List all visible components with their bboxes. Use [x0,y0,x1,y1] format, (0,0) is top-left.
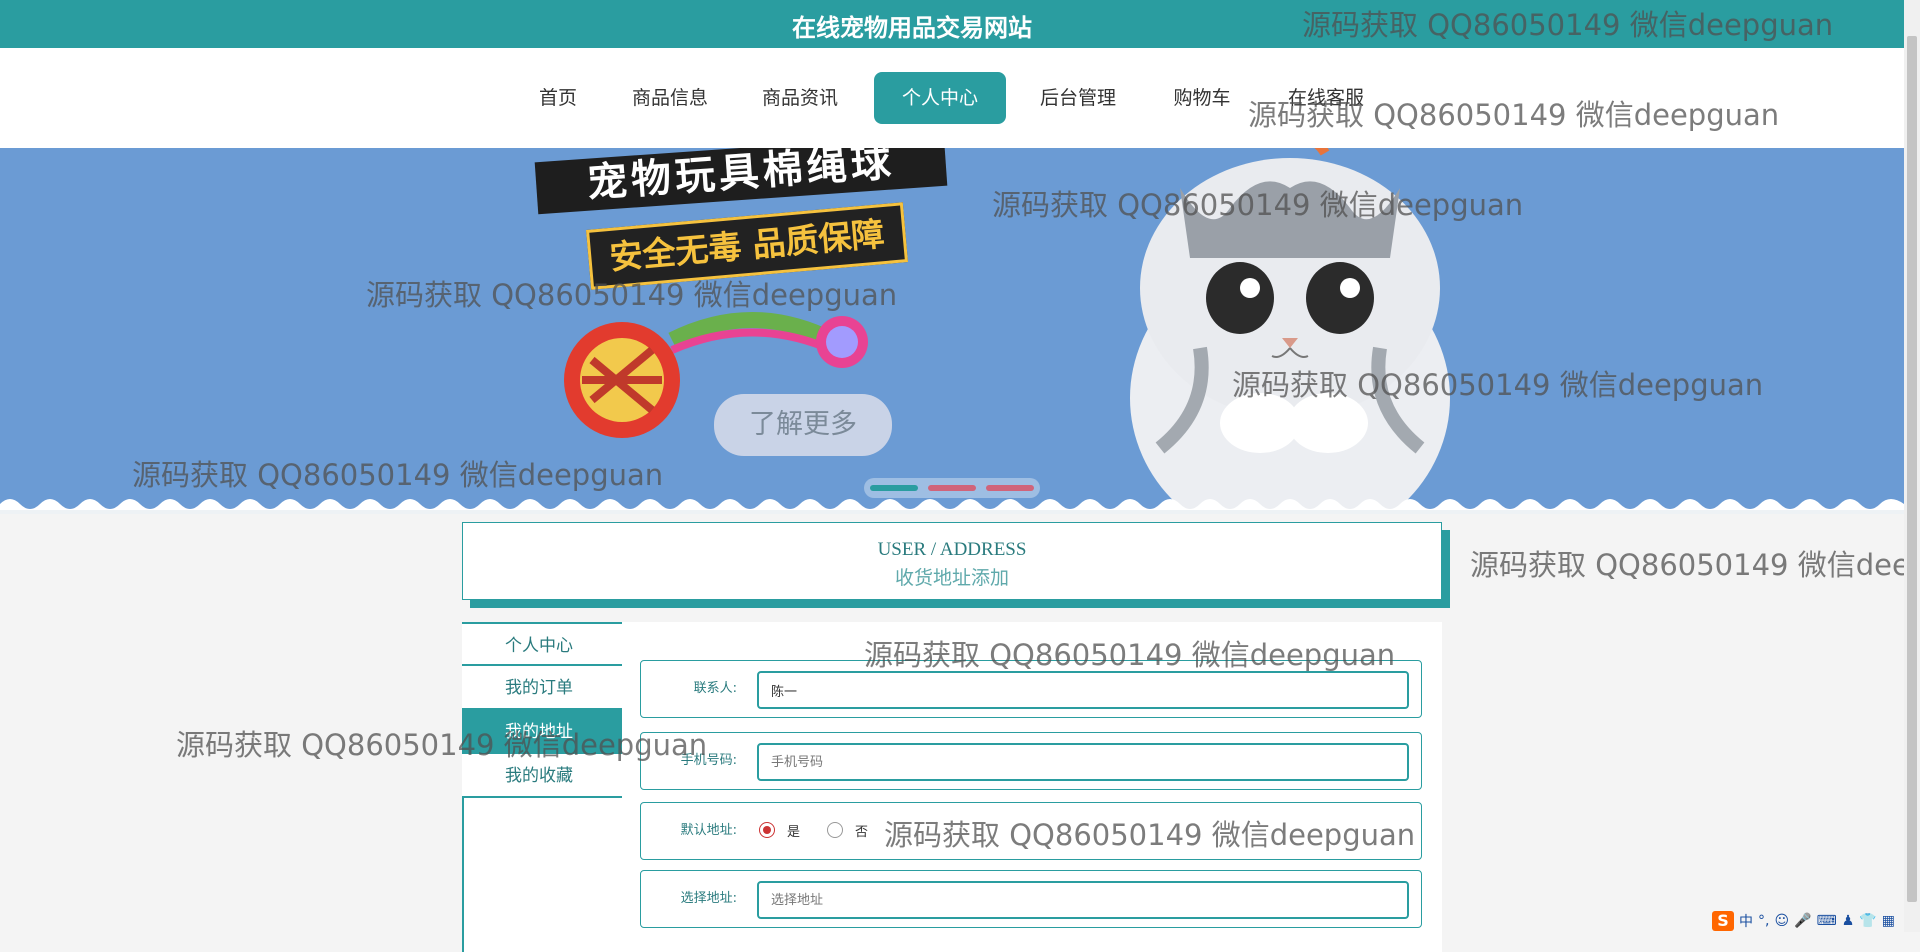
nav-product-news[interactable]: 商品资讯 [760,72,840,124]
watermark: 源码获取 QQ86050149 微信deepguan [1470,548,1920,582]
carousel-dot-3[interactable] [986,485,1034,491]
default-no-radio[interactable] [827,822,843,838]
keyboard-icon[interactable]: ⌨ [1817,913,1837,929]
default-yes-radio[interactable] [759,822,775,838]
cat-image [1130,148,1450,514]
default-no-label: 否 [855,825,869,840]
user-icon[interactable]: ♟ [1842,913,1855,929]
carousel-dot-2[interactable] [928,485,976,491]
sidebar-item-my-favorites[interactable]: 我的收藏 [462,754,622,798]
default-address-row: 默认地址: 是 否 [640,802,1422,860]
default-address-label: 默认地址: [680,823,737,838]
grid-icon[interactable]: ▦ [1882,913,1895,929]
nav-product-info[interactable]: 商品信息 [630,72,710,124]
phone-row: 手机号码: [640,732,1422,790]
carousel-indicator [864,478,1040,498]
ime-mode-label[interactable]: 中 [1739,911,1753,931]
main-nav: 首页 商品信息 商品资讯 个人中心 后台管理 购物车 在线客服 [0,48,1904,148]
contact-row: 联系人: [640,660,1422,718]
nav-admin[interactable]: 后台管理 [1038,72,1118,124]
emoji-icon[interactable]: ☺ [1774,913,1789,929]
user-sidebar: 个人中心 我的订单 我的地址 我的收藏 [462,622,622,798]
address-input[interactable] [757,881,1409,919]
nav-online-service[interactable]: 在线客服 [1286,72,1366,124]
nav-cart[interactable]: 购物车 [1172,72,1232,124]
banner-carousel[interactable]: 宠物玩具棉绳球 安全无毒 品质保障 了解更多 [0,148,1904,514]
address-row: 选择地址: [640,870,1422,928]
contact-label: 联系人: [693,681,737,696]
site-header: 在线宠物用品交易网站 [0,0,1904,48]
banner-tagline: 安全无毒 品质保障 [585,202,909,290]
sidebar-item-my-orders[interactable]: 我的订单 [462,666,622,710]
page-title-en: USER / ADDRESS [877,539,1027,560]
nav-personal-center[interactable]: 个人中心 [874,72,1006,124]
punctuation-icon[interactable]: °, [1758,913,1769,929]
skin-icon[interactable]: 👕 [1859,913,1876,929]
page-title-cn: 收货地址添加 [894,568,1009,589]
nav-home[interactable]: 首页 [538,72,578,124]
ime-toolbar: S 中 °, ☺ 🎤 ⌨ ♟ 👕 ▦ [1712,910,1895,932]
carousel-dot-1[interactable] [870,485,918,491]
microphone-icon[interactable]: 🎤 [1794,913,1811,929]
contact-input[interactable] [757,671,1409,709]
site-title: 在线宠物用品交易网站 [792,14,1032,42]
sidebar-item-my-address[interactable]: 我的地址 [462,710,622,754]
address-label: 选择地址: [680,891,737,906]
page-header-card: USER / ADDRESS 收货地址添加 [462,522,1442,600]
phone-input[interactable] [757,743,1409,781]
learn-more-button[interactable]: 了解更多 [714,394,892,456]
page-scrollbar[interactable] [1904,0,1920,932]
default-yes-label: 是 [787,825,801,840]
sidebar-item-personal-center[interactable]: 个人中心 [462,622,622,666]
phone-label: 手机号码: [680,753,737,768]
sogou-ime-icon[interactable]: S [1712,911,1734,931]
scrollbar-thumb[interactable] [1907,36,1917,902]
